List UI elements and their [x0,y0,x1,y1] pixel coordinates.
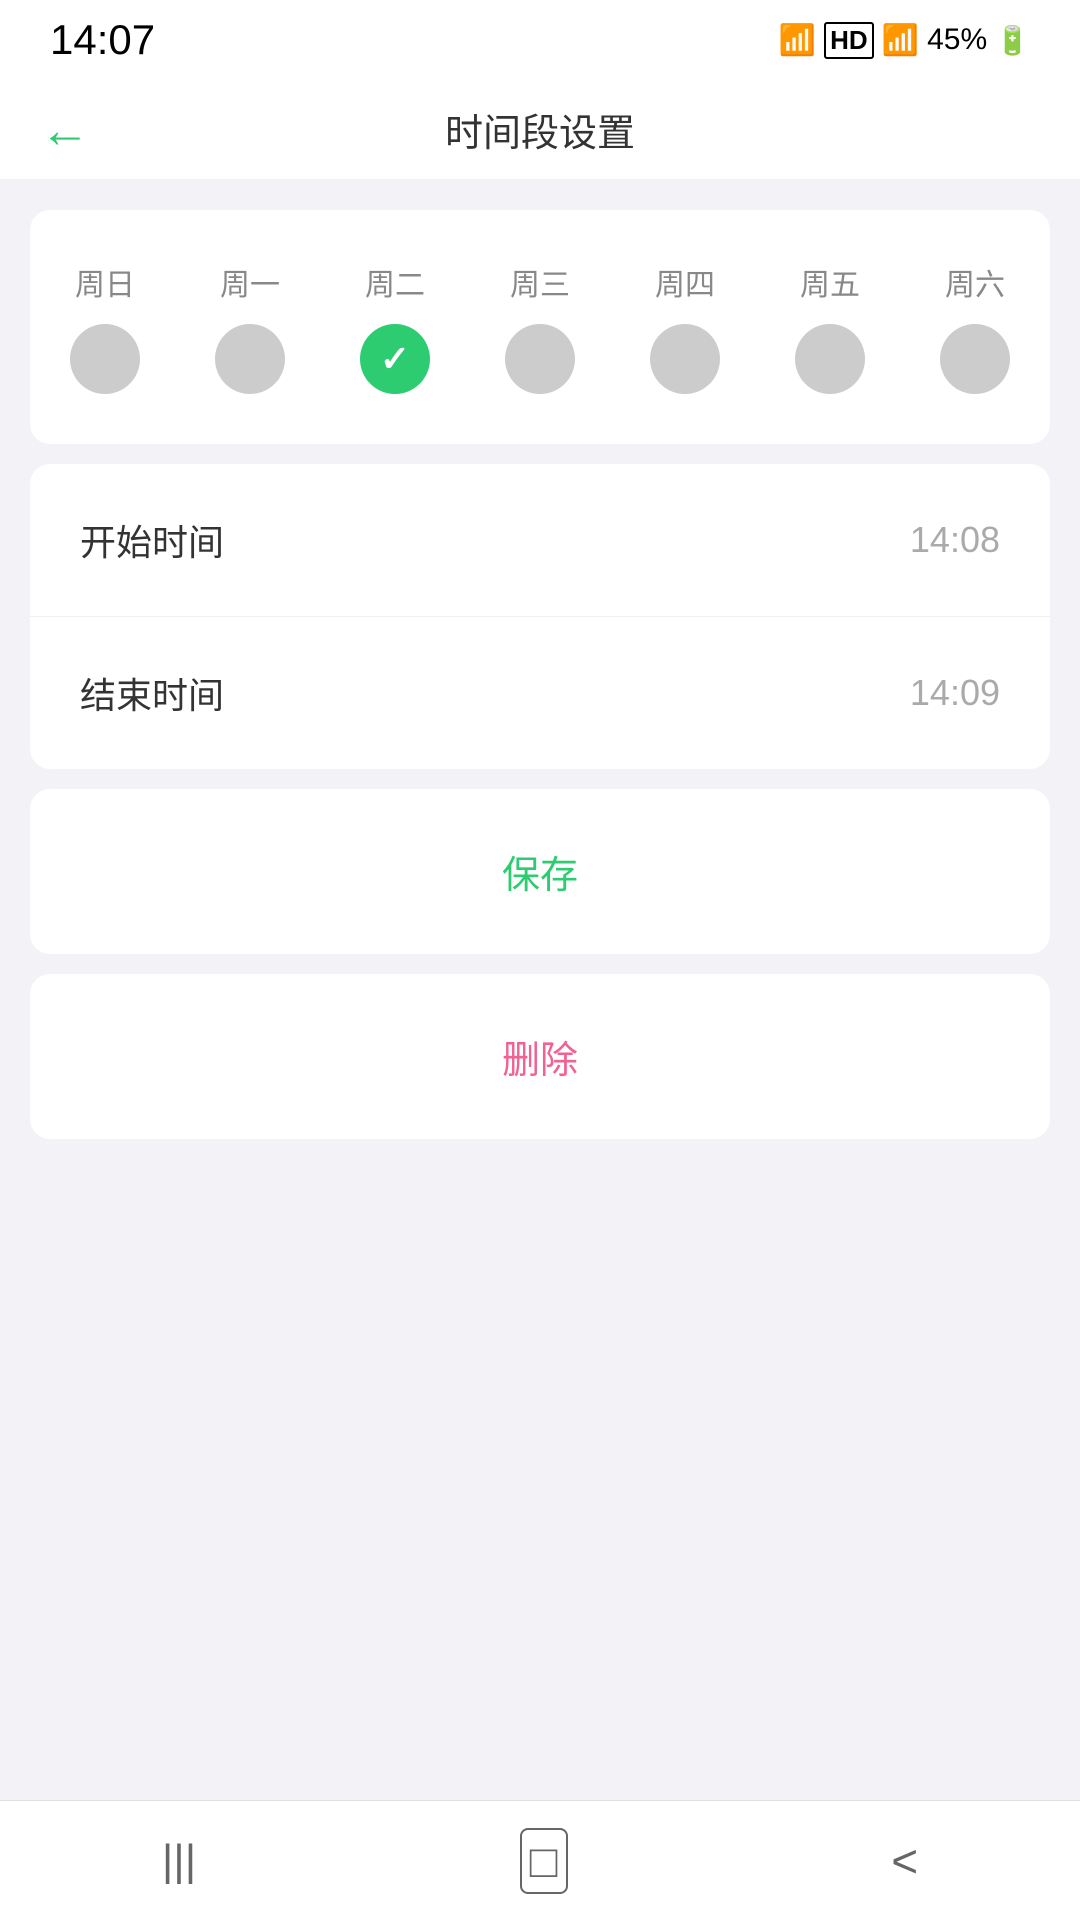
day-item-monday[interactable]: 周一 [215,260,285,394]
day-item-tuesday[interactable]: 周二 ✓ [360,260,430,394]
day-circle-friday[interactable] [795,324,865,394]
time-settings-card: 开始时间 14:08 结束时间 14:09 [30,464,1050,769]
save-card[interactable]: 保存 [30,789,1050,954]
back-arrow-icon: ← [40,102,90,158]
day-label-sunday: 周日 [75,260,135,304]
day-circle-wednesday[interactable] [505,324,575,394]
day-label-wednesday: 周三 [510,260,570,304]
content-area: 周日 周一 周二 ✓ 周三 周四 周五 [0,180,1080,1169]
day-label-monday: 周一 [220,260,280,304]
end-time-label: 结束时间 [80,667,224,719]
status-icons: 📶 HD 📶 45% 🔋 [779,22,1030,59]
day-item-thursday[interactable]: 周四 [650,260,720,394]
menu-nav-icon[interactable]: ||| [162,1836,196,1886]
page-title: 时间段设置 [445,102,635,157]
battery-level: 45% [927,23,987,57]
day-circle-monday[interactable] [215,324,285,394]
save-button[interactable]: 保存 [30,789,1050,954]
checkmark-icon: ✓ [380,341,410,377]
day-item-sunday[interactable]: 周日 [70,260,140,394]
delete-button[interactable]: 删除 [30,974,1050,1139]
wifi-icon: 📶 [779,23,816,58]
day-circle-tuesday[interactable]: ✓ [360,324,430,394]
day-item-friday[interactable]: 周五 [795,260,865,394]
day-label-tuesday: 周二 [365,260,425,304]
day-circle-saturday[interactable] [940,324,1010,394]
home-nav-icon[interactable]: □ [520,1828,568,1894]
delete-card[interactable]: 删除 [30,974,1050,1139]
day-item-wednesday[interactable]: 周三 [505,260,575,394]
signal-icon: 📶 [882,23,919,58]
day-label-saturday: 周六 [945,260,1005,304]
back-nav-icon[interactable]: < [891,1834,918,1888]
day-circle-thursday[interactable] [650,324,720,394]
hd-label: HD [824,22,874,59]
day-item-saturday[interactable]: 周六 [940,260,1010,394]
back-button[interactable]: ← [40,105,90,155]
days-of-week-card: 周日 周一 周二 ✓ 周三 周四 周五 [30,210,1050,444]
day-label-friday: 周五 [800,260,860,304]
days-row: 周日 周一 周二 ✓ 周三 周四 周五 [70,260,1010,394]
battery-icon: 🔋 [995,24,1030,57]
day-label-thursday: 周四 [655,260,715,304]
bottom-navigation: ||| □ < [0,1800,1080,1920]
start-time-row[interactable]: 开始时间 14:08 [30,464,1050,616]
start-time-value: 14:08 [910,519,1000,561]
header: ← 时间段设置 [0,80,1080,180]
status-bar: 14:07 📶 HD 📶 45% 🔋 [0,0,1080,80]
start-time-label: 开始时间 [80,514,224,566]
day-circle-sunday[interactable] [70,324,140,394]
status-time: 14:07 [50,16,155,64]
end-time-value: 14:09 [910,672,1000,714]
end-time-row[interactable]: 结束时间 14:09 [30,616,1050,769]
